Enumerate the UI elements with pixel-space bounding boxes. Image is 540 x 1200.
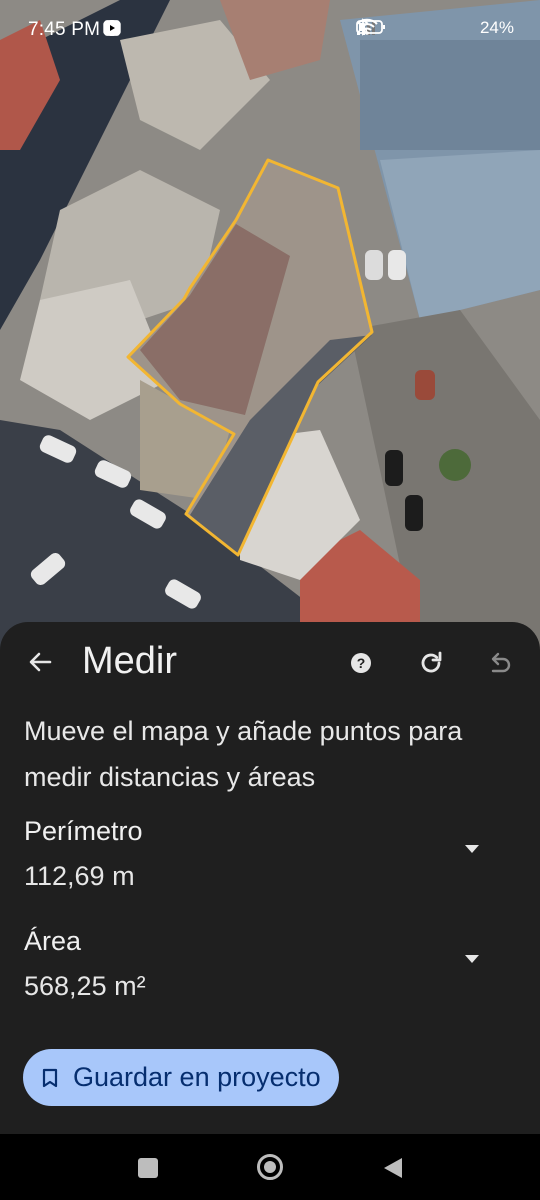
reset-icon <box>421 651 442 673</box>
notification-icons <box>103 19 225 37</box>
panel-header: Medir ? <box>0 622 540 704</box>
home-button[interactable] <box>257 1154 283 1180</box>
status-time: 7:45 PM <box>28 19 101 40</box>
back-arrow-icon <box>29 652 52 672</box>
save-to-project-button[interactable]: Guardar en proyecto <box>23 1049 339 1106</box>
area-row[interactable]: Área 568,25 m² <box>0 926 540 1016</box>
back-button[interactable] <box>22 644 58 680</box>
help-button[interactable]: ? <box>348 650 374 676</box>
system-icons: 24% <box>356 18 514 38</box>
satellite-map[interactable]: 7:45 PM 24% <box>0 0 540 660</box>
battery-percent: 24% <box>479 18 514 37</box>
navigation-bar <box>0 1134 540 1200</box>
page-title: Medir <box>82 640 178 682</box>
area-value: 568,25 m² <box>24 971 146 1001</box>
messenger-icon <box>104 19 173 37</box>
nav-back-button[interactable] <box>382 1156 404 1180</box>
signal-icon <box>356 19 402 37</box>
wifi-icon <box>356 18 430 37</box>
save-button-label: Guardar en proyecto <box>73 1062 321 1092</box>
undo-icon <box>491 652 511 673</box>
perimeter-value: 112,69 m <box>24 861 135 891</box>
perimeter-row[interactable]: Perímetro 112,69 m <box>0 816 540 906</box>
chevron-down-icon <box>465 845 479 853</box>
chevron-down-icon <box>465 955 479 963</box>
bookmark-icon <box>42 1068 58 1087</box>
status-bar: 7:45 PM 24% <box>0 0 540 62</box>
nfc-icon <box>104 19 147 37</box>
recents-button[interactable] <box>138 1158 158 1178</box>
instructions-text: Mueve el mapa y añade puntos para medir … <box>24 716 463 792</box>
area-label: Área <box>24 926 82 956</box>
svg-text:?: ? <box>357 655 366 671</box>
reset-button[interactable] <box>416 648 446 678</box>
perimeter-label: Perímetro <box>24 816 143 846</box>
map-imagery <box>0 0 540 660</box>
battery-percent-value: 24 <box>479 18 499 37</box>
youtube-icon <box>104 19 225 37</box>
help-icon: ? <box>351 653 371 673</box>
temu-icon <box>103 19 199 37</box>
battery-icon <box>356 19 470 37</box>
measure-panel: Medir ? Mueve el mapa y añade puntos par… <box>0 622 540 1134</box>
undo-button[interactable] <box>485 649 515 679</box>
